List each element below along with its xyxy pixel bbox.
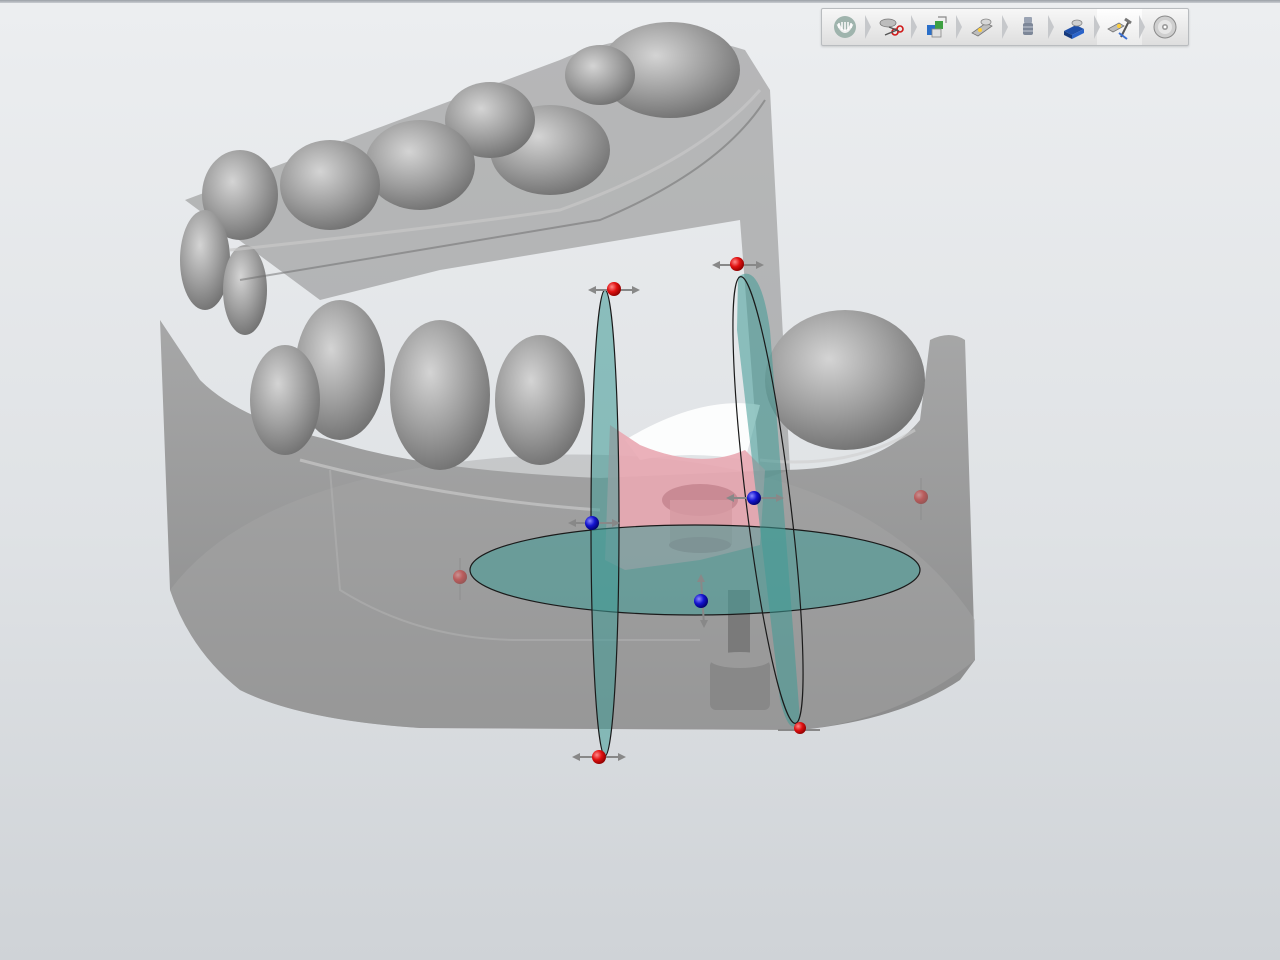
step-tools-button[interactable] [1096,9,1145,45]
step-die-button[interactable] [959,9,1008,45]
implant-analog-icon [1022,17,1033,35]
3d-viewport[interactable] [0,0,1280,960]
step-trim-button[interactable] [868,9,917,45]
model-parts-icon [927,16,947,38]
disc-export-icon [1153,15,1177,39]
step-model-base-button[interactable] [1051,9,1100,45]
die-icon [971,18,993,37]
scissors-icon [879,18,904,36]
handle-bottom-left[interactable] [572,750,626,764]
step-jaw-button[interactable] [822,9,871,45]
model-base-icon [1063,19,1084,39]
step-model-parts-button[interactable] [914,9,962,45]
jaw-icon [833,16,856,38]
handle-top-left[interactable] [588,282,640,296]
step-export-button[interactable] [1142,9,1188,45]
tools-icon [1107,17,1133,40]
workflow-toolbar [821,8,1189,46]
step-implant-analog-button[interactable] [1005,9,1054,45]
